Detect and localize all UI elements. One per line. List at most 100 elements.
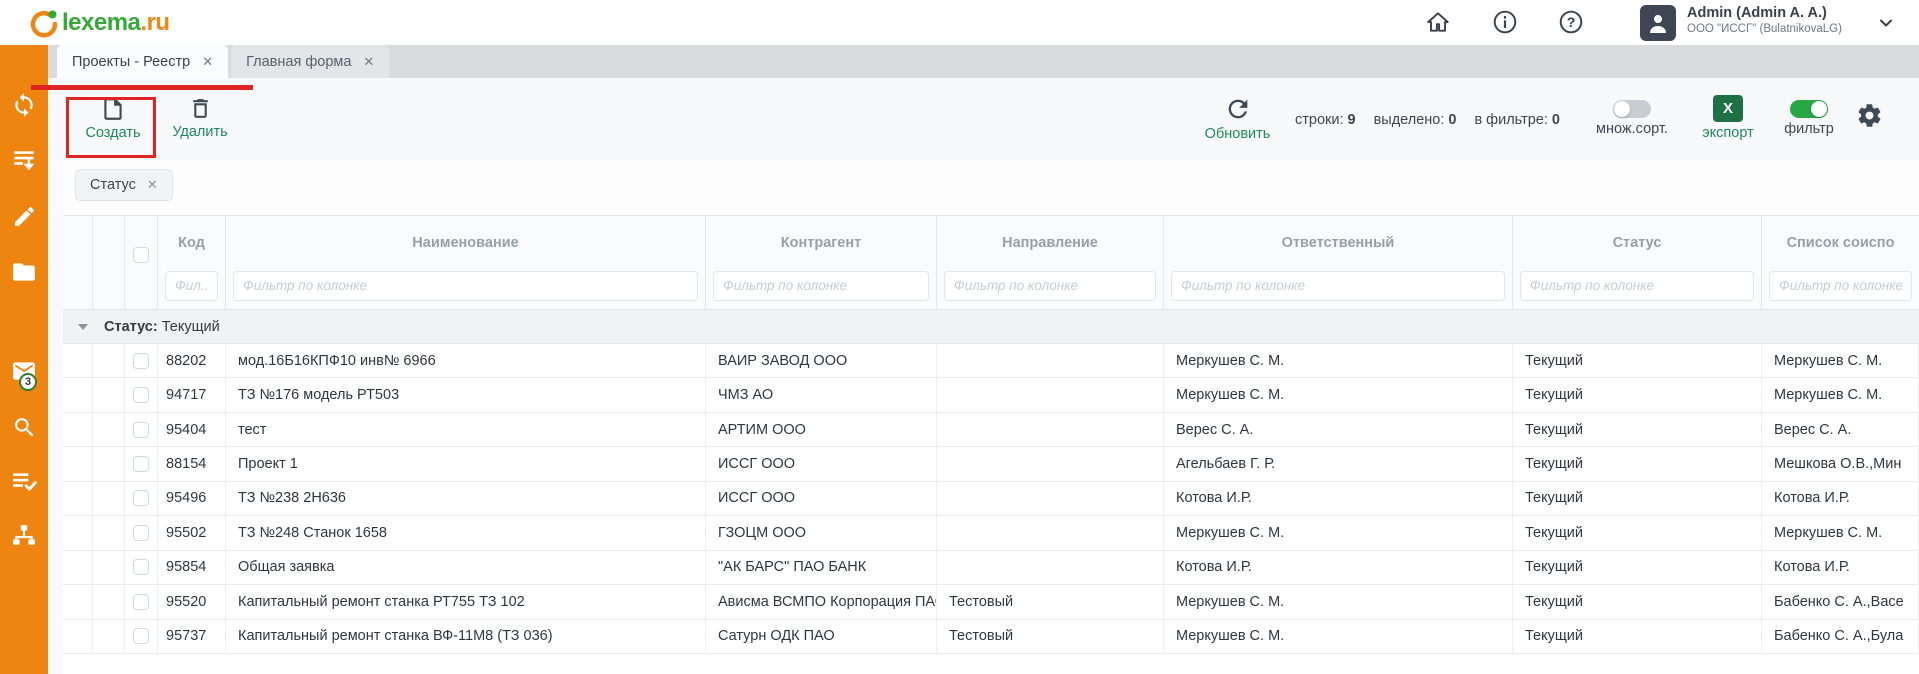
sidebar-item-sync[interactable]: [0, 92, 48, 118]
cell-status: Текущий: [1513, 482, 1762, 516]
cell-checkbox: [125, 447, 158, 481]
sidebar-item-hierarchy[interactable]: [0, 523, 48, 549]
cell-code: 95404: [158, 413, 226, 447]
cell-co-list: Котова И.Р.: [1762, 551, 1919, 585]
column-filter-input[interactable]: [713, 271, 929, 301]
column-header-label[interactable]: Направление: [937, 216, 1163, 271]
excel-icon: X: [1713, 95, 1743, 122]
tab-projects-registry[interactable]: Проекты - Реестр ✕: [57, 45, 228, 78]
cell-checkbox: [125, 585, 158, 619]
row-checkbox[interactable]: [133, 559, 149, 575]
cell-code: 95502: [158, 516, 226, 550]
row-checkbox[interactable]: [133, 387, 149, 403]
multisort-toggle[interactable]: [1613, 100, 1651, 118]
active-filters-row: Статус ✕: [63, 160, 1919, 215]
cell-direction: [937, 378, 1164, 412]
brand-logo[interactable]: lexema.ru: [28, 7, 170, 39]
delete-button-label: Удалить: [172, 124, 227, 140]
column-header-label[interactable]: Статус: [1513, 216, 1761, 271]
info-icon[interactable]: [1492, 9, 1518, 35]
sidebar-item-edit[interactable]: [0, 203, 48, 229]
group-row-status[interactable]: Статус: Текущий: [63, 310, 1919, 344]
table-row[interactable]: 95737Капитальный ремонт станка ВФ-11М8 (…: [63, 620, 1919, 654]
cell-responsible: Меркушев С. М.: [1164, 585, 1513, 619]
group-row-text: Статус: Текущий: [104, 319, 220, 335]
column-filter-input[interactable]: [944, 271, 1156, 301]
column-filter-input[interactable]: [165, 271, 218, 301]
delete-button[interactable]: Удалить: [158, 96, 242, 140]
user-menu[interactable]: Admin (Admin A. A.) ООО "ИССГ" (Bulatnik…: [1687, 5, 1872, 35]
cell-direction: [937, 413, 1164, 447]
user-name: Admin (Admin A. A.): [1687, 5, 1872, 21]
cell-co-list: Котова И.Р.: [1762, 482, 1919, 516]
sidebar-item-print-queue[interactable]: [0, 147, 48, 173]
row-checkbox[interactable]: [133, 456, 149, 472]
row-checkbox[interactable]: [133, 422, 149, 438]
annotation-tab-underline: [31, 85, 253, 90]
column-filter-input[interactable]: [1171, 271, 1505, 301]
column-header-label[interactable]: Контрагент: [706, 216, 936, 271]
table-row[interactable]: 95502ТЗ №248 Станок 1658ГЗОЦМ ОООМеркуше…: [63, 516, 1919, 550]
filter-toggle[interactable]: [1790, 100, 1828, 118]
column-filter-input[interactable]: [1520, 271, 1754, 301]
home-icon[interactable]: [1425, 9, 1451, 35]
brand-text: lexema.ru: [62, 9, 170, 37]
multisort-label: множ.сорт.: [1596, 121, 1668, 137]
cell-contragent: "АК БАРС" ПАО БАНК: [706, 551, 937, 585]
table-row[interactable]: 88154Проект 1ИССГ ОООАгельбаев Г. Р.Теку…: [63, 447, 1919, 481]
table-header: Код Наименование Контрагент Направление …: [63, 215, 1919, 310]
filter-chip-status[interactable]: Статус ✕: [75, 169, 173, 201]
column-header-label[interactable]: Код: [158, 216, 225, 271]
column-header-label[interactable]: Ответственный: [1164, 216, 1512, 271]
close-tab-icon[interactable]: ✕: [363, 54, 374, 70]
remove-filter-icon[interactable]: ✕: [147, 177, 158, 193]
cell-contragent: Ависма ВСМПО Корпорация ПАО: [706, 585, 937, 619]
table-row[interactable]: 95496ТЗ №238 2Н636ИССГ ОООКотова И.Р.Тек…: [63, 482, 1919, 516]
cell-code: 88202: [158, 344, 226, 378]
cell-name: Капитальный ремонт станка ВФ-11М8 (ТЗ 03…: [226, 620, 706, 654]
table-row[interactable]: 95854Общая заявка"АК БАРС" ПАО БАНККотов…: [63, 551, 1919, 585]
tasks-icon: [11, 468, 37, 494]
row-checkbox[interactable]: [133, 353, 149, 369]
table-row[interactable]: 95520Капитальный ремонт станка РТ755 ТЗ …: [63, 585, 1919, 619]
column-header-label[interactable]: Список соиспо: [1762, 216, 1919, 271]
cell-name: Капитальный ремонт станка РТ755 ТЗ 102: [226, 585, 706, 619]
tab-main-form[interactable]: Главная форма ✕: [231, 45, 389, 78]
trash-icon: [188, 96, 213, 121]
column-filter-input[interactable]: [1769, 271, 1912, 301]
row-checkbox[interactable]: [133, 628, 149, 644]
table-row[interactable]: 88202мод.16Б16КПФ10 инв№ 6966ВАИР ЗАВОД …: [63, 344, 1919, 378]
user-avatar[interactable]: [1640, 5, 1676, 41]
header-column-responsible: Ответственный: [1164, 216, 1513, 309]
row-checkbox[interactable]: [133, 594, 149, 610]
column-filter-input[interactable]: [233, 271, 698, 301]
row-checkbox[interactable]: [133, 525, 149, 541]
edit-icon: [12, 204, 37, 229]
row-checkbox[interactable]: [133, 490, 149, 506]
help-icon[interactable]: ?: [1558, 9, 1584, 35]
brand-mark-icon: [28, 7, 60, 39]
sidebar-item-mail[interactable]: 3: [0, 358, 48, 384]
rows-counter: строки:9: [1295, 112, 1356, 128]
refresh-button[interactable]: Обновить: [1185, 95, 1290, 142]
cell-status: Текущий: [1513, 516, 1762, 550]
settings-gear-icon[interactable]: [1856, 102, 1883, 129]
cell-direction: [937, 447, 1164, 481]
top-header: lexema.ru ? Admin (Admin A. A.) ООО "ИСС…: [0, 0, 1919, 45]
cell-name: ТЗ №176 модель РТ503: [226, 378, 706, 412]
sidebar-item-search[interactable]: [0, 414, 48, 440]
chevron-down-icon[interactable]: [1878, 15, 1894, 31]
cell-name: тест: [226, 413, 706, 447]
cell-expander: [63, 482, 93, 516]
select-all-checkbox[interactable]: [133, 247, 149, 263]
close-tab-icon[interactable]: ✕: [202, 54, 213, 70]
header-column-direction: Направление: [937, 216, 1164, 309]
sidebar-item-documents[interactable]: [0, 259, 48, 285]
sidebar-item-tasks[interactable]: [0, 468, 48, 494]
table-row[interactable]: 94717ТЗ №176 модель РТ503ЧМЗ АОМеркушев …: [63, 378, 1919, 412]
column-header-label[interactable]: Наименование: [226, 216, 705, 271]
collapse-triangle-icon[interactable]: [78, 324, 88, 330]
cell-contragent: Сатурн ОДК ПАО: [706, 620, 937, 654]
export-button[interactable]: X экспорт: [1697, 95, 1759, 141]
table-row[interactable]: 95404тестАРТИМ ОООВерес С. А.ТекущийВере…: [63, 413, 1919, 447]
